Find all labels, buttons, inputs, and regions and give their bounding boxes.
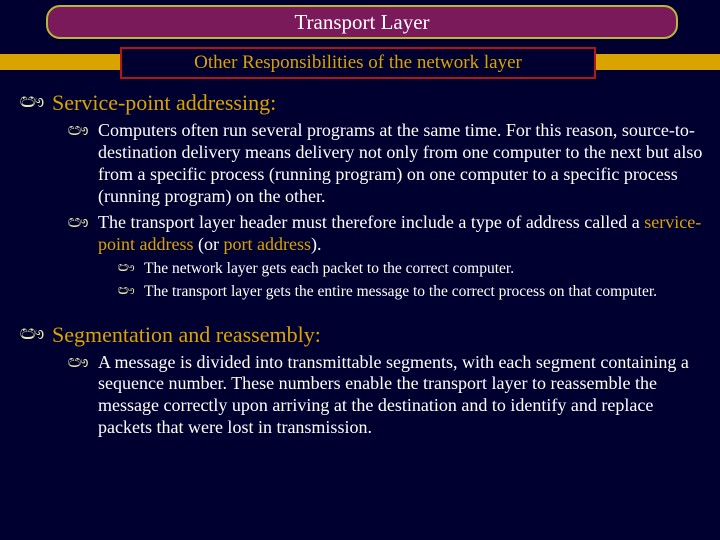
slide-subtitle: Other Responsibilities of the network la…: [120, 47, 596, 79]
bullet-icon: ඐ: [58, 212, 98, 232]
slide: Transport Layer Other Responsibilities o…: [0, 0, 720, 540]
bullet-l2: ඐ The transport layer header must theref…: [58, 212, 708, 256]
section-heading-1: ඐ Service-point addressing:: [12, 90, 708, 116]
body-text: Computers often run several programs at …: [98, 120, 708, 208]
heading-text: Segmentation and reassembly:: [52, 322, 321, 348]
bullet-icon: ඐ: [108, 260, 144, 276]
bullet-icon: ඐ: [12, 90, 52, 113]
section-heading-2: ඐ Segmentation and reassembly:: [12, 322, 708, 348]
body-text: The transport layer header must therefor…: [98, 212, 708, 256]
spacer: [12, 306, 708, 322]
bullet-icon: ඐ: [58, 120, 98, 140]
highlight-term: port address: [223, 234, 310, 254]
heading-text: Service-point addressing:: [52, 90, 276, 116]
bullet-l3: ඐ The network layer gets each packet to …: [108, 260, 708, 279]
bullet-l2: ඐ Computers often run several programs a…: [58, 120, 708, 208]
bullet-icon: ඐ: [108, 283, 144, 299]
body-text: The transport layer gets the entire mess…: [144, 283, 657, 302]
content-area: ඐ Service-point addressing: ඐ Computers …: [12, 90, 708, 443]
bullet-icon: ඐ: [12, 322, 52, 345]
body-text: A message is divided into transmittable …: [98, 352, 708, 440]
bullet-l2: ඐ A message is divided into transmittabl…: [58, 352, 708, 440]
bullet-icon: ඐ: [58, 352, 98, 372]
bullet-l3: ඐ The transport layer gets the entire me…: [108, 283, 708, 302]
body-text: The network layer gets each packet to th…: [144, 260, 514, 279]
slide-title: Transport Layer: [46, 5, 678, 39]
